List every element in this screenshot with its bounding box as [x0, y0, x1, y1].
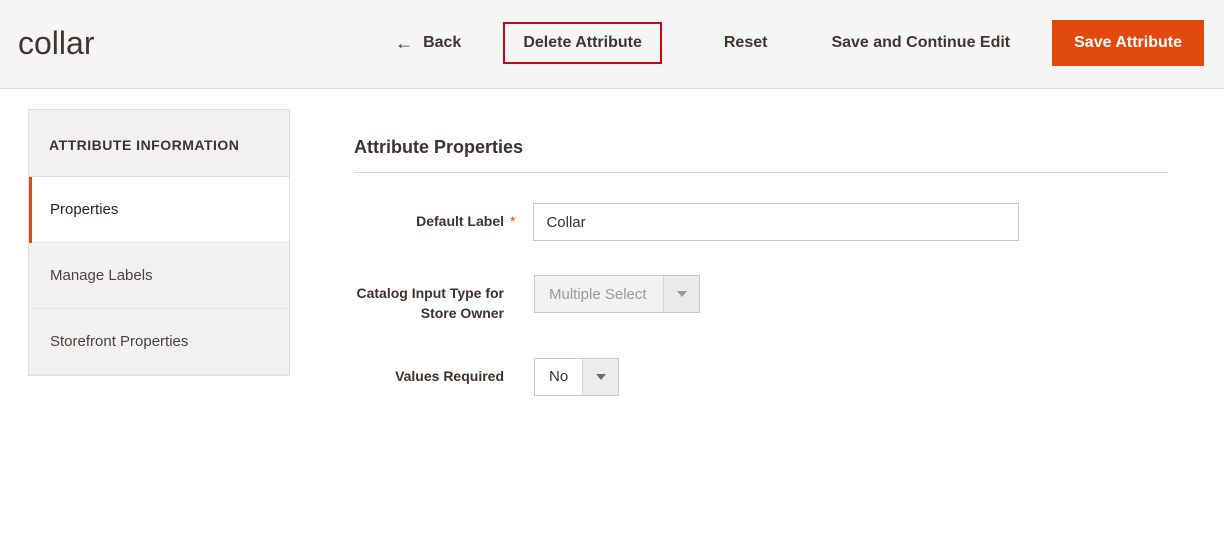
- sidebar-item-label: Storefront Properties: [32, 309, 289, 375]
- sidebar: ATTRIBUTE INFORMATION Properties Manage …: [28, 109, 290, 376]
- field-values-required: Values Required No: [354, 358, 1168, 396]
- select-value: No: [535, 359, 582, 395]
- delete-attribute-label: Delete Attribute: [523, 34, 642, 52]
- field-catalog-input-type: Catalog Input Type for Store Owner Multi…: [354, 275, 1168, 324]
- sidebar-item-storefront-properties[interactable]: Storefront Properties: [29, 309, 289, 375]
- section-title: Attribute Properties: [354, 137, 1168, 173]
- chevron-down-icon: [663, 276, 699, 312]
- delete-attribute-button[interactable]: Delete Attribute: [503, 22, 662, 64]
- field-control: No: [534, 358, 619, 396]
- field-default-label: Default Label *: [354, 203, 1168, 241]
- sidebar-heading-text: ATTRIBUTE INFORMATION: [49, 134, 269, 156]
- page-title: collar: [18, 25, 94, 62]
- arrow-left-icon: ←: [395, 34, 413, 52]
- reset-button[interactable]: Reset: [702, 22, 790, 64]
- back-button[interactable]: ← Back: [373, 22, 483, 64]
- main-panel: Attribute Properties Default Label * Cat…: [354, 109, 1224, 430]
- field-label: Default Label: [354, 203, 504, 231]
- values-required-select[interactable]: No: [534, 358, 619, 396]
- save-continue-label: Save and Continue Edit: [831, 34, 1010, 52]
- sidebar-item-label: Manage Labels: [32, 243, 289, 309]
- chevron-down-icon: [582, 359, 618, 395]
- default-label-input[interactable]: [533, 203, 1019, 241]
- field-control: [533, 203, 1019, 241]
- required-asterisk-icon: *: [510, 203, 515, 229]
- reset-button-label: Reset: [724, 34, 768, 52]
- save-attribute-button[interactable]: Save Attribute: [1052, 20, 1204, 66]
- content-area: ATTRIBUTE INFORMATION Properties Manage …: [0, 89, 1224, 450]
- sidebar-item-properties[interactable]: Properties: [29, 177, 289, 243]
- sidebar-item-manage-labels[interactable]: Manage Labels: [29, 243, 289, 309]
- page-header: collar ← Back Delete Attribute Reset Sav…: [0, 0, 1224, 89]
- save-continue-button[interactable]: Save and Continue Edit: [809, 22, 1032, 64]
- sidebar-item-label: Properties: [32, 177, 289, 243]
- save-attribute-label: Save Attribute: [1074, 34, 1182, 52]
- back-button-label: Back: [423, 34, 461, 52]
- field-label: Values Required: [354, 358, 504, 386]
- sidebar-heading: ATTRIBUTE INFORMATION: [29, 110, 289, 177]
- field-label: Catalog Input Type for Store Owner: [354, 275, 504, 324]
- select-value: Multiple Select: [535, 276, 663, 312]
- catalog-input-type-select: Multiple Select: [534, 275, 700, 313]
- field-control: Multiple Select: [534, 275, 700, 313]
- header-actions: ← Back Delete Attribute Reset Save and C…: [373, 20, 1204, 66]
